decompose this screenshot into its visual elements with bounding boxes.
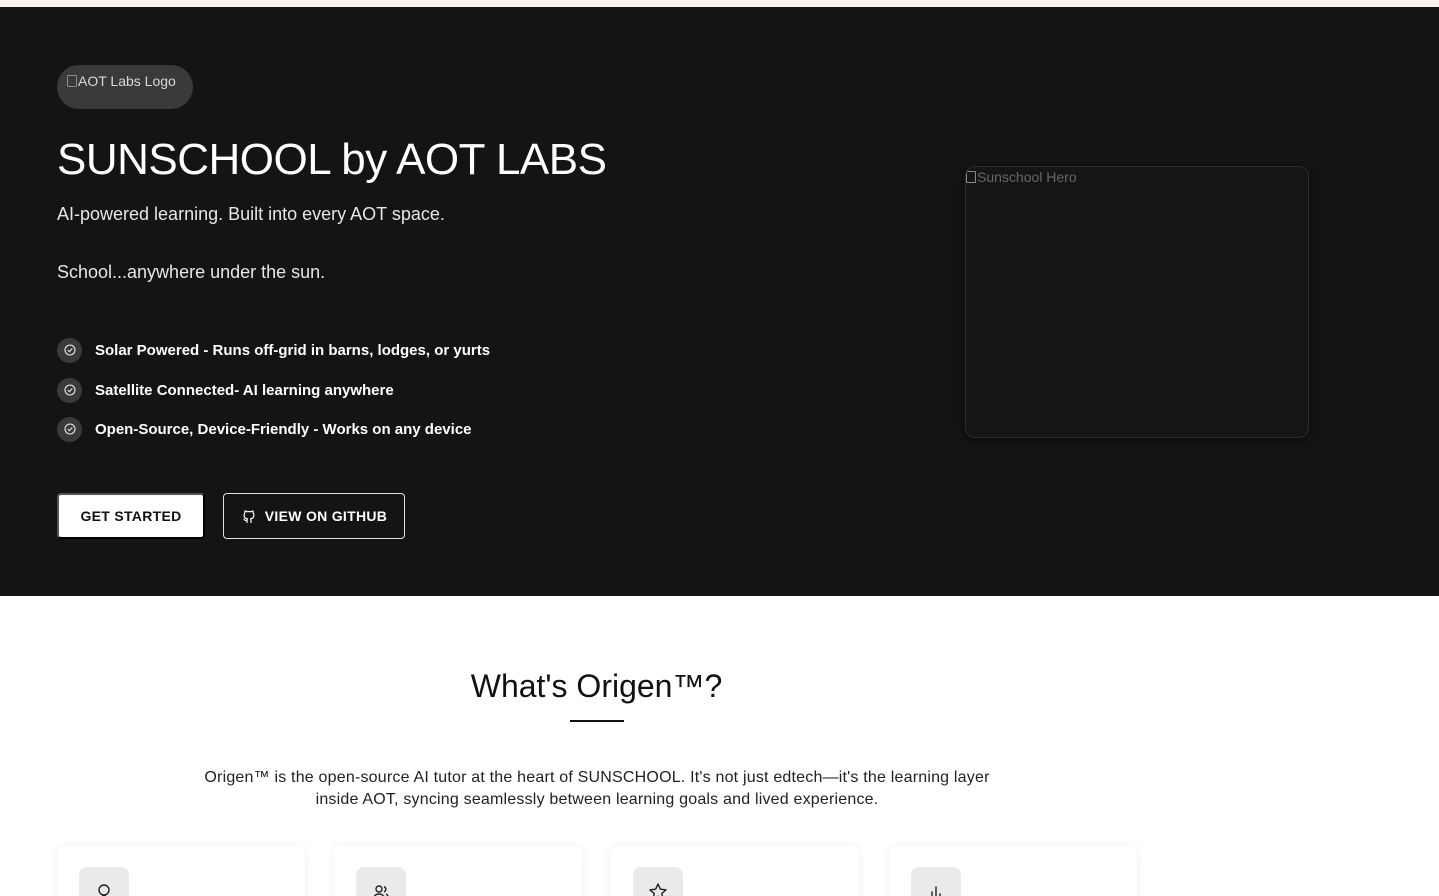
hero-tagline: School...anywhere under the sun. <box>57 262 326 282</box>
origen-section-title: What's Origen™? <box>470 668 723 704</box>
feature-label: Open-Source, Device-Friendly - Works on … <box>95 420 472 438</box>
get-started-button[interactable]: GET STARTED <box>57 493 205 539</box>
feature-item-open-source: Open-Source, Device-Friendly - Works on … <box>57 416 472 442</box>
feature-card-1 <box>57 846 305 896</box>
feature-item-solar: Solar Powered - Runs off-grid in barns, … <box>57 337 490 363</box>
logo-alt-text: AOT Labs Logo <box>78 73 176 89</box>
hero-title: SUNSCHOOL by AOT LABS <box>57 135 607 184</box>
github-button-label: VIEW ON GITHUB <box>264 508 388 524</box>
logo-container[interactable]: AOT Labs Logo <box>57 65 193 109</box>
hero-section: AOT Labs Logo SUNSCHOOL by AOT LABS AI-p… <box>0 7 1439 596</box>
star-icon <box>633 867 683 896</box>
broken-image-icon <box>67 75 77 87</box>
feature-card-3 <box>611 846 859 896</box>
hero-image-frame: Sunschool Hero <box>965 166 1309 438</box>
feature-card-4 <box>889 846 1137 896</box>
hero-subtitle: AI-powered learning. Built into every AO… <box>57 204 445 224</box>
users-icon <box>356 867 406 896</box>
hero-image-alt-text: Sunschool Hero <box>977 169 1077 185</box>
github-icon <box>243 510 255 524</box>
feature-label: Solar Powered - Runs off-grid in barns, … <box>95 341 491 359</box>
lightbulb-icon <box>79 867 129 896</box>
aot-labs-logo: AOT Labs Logo <box>67 73 176 89</box>
check-circle-icon <box>57 416 82 442</box>
view-on-github-button[interactable]: VIEW ON GITHUB <box>223 493 405 539</box>
feature-item-satellite: Satellite Connected- AI learning anywher… <box>57 377 394 403</box>
feature-label: Satellite Connected- AI learning anywher… <box>95 381 394 399</box>
bar-chart-icon <box>911 867 961 896</box>
section-divider <box>570 720 624 722</box>
sunschool-hero-image: Sunschool Hero <box>966 169 1077 185</box>
origen-description: Origen™ is the open-source AI tutor at t… <box>204 769 990 808</box>
top-strip <box>0 0 1439 7</box>
broken-image-icon <box>966 171 976 183</box>
check-circle-icon <box>57 377 82 403</box>
feature-card-2 <box>334 846 582 896</box>
check-circle-icon <box>57 337 82 363</box>
